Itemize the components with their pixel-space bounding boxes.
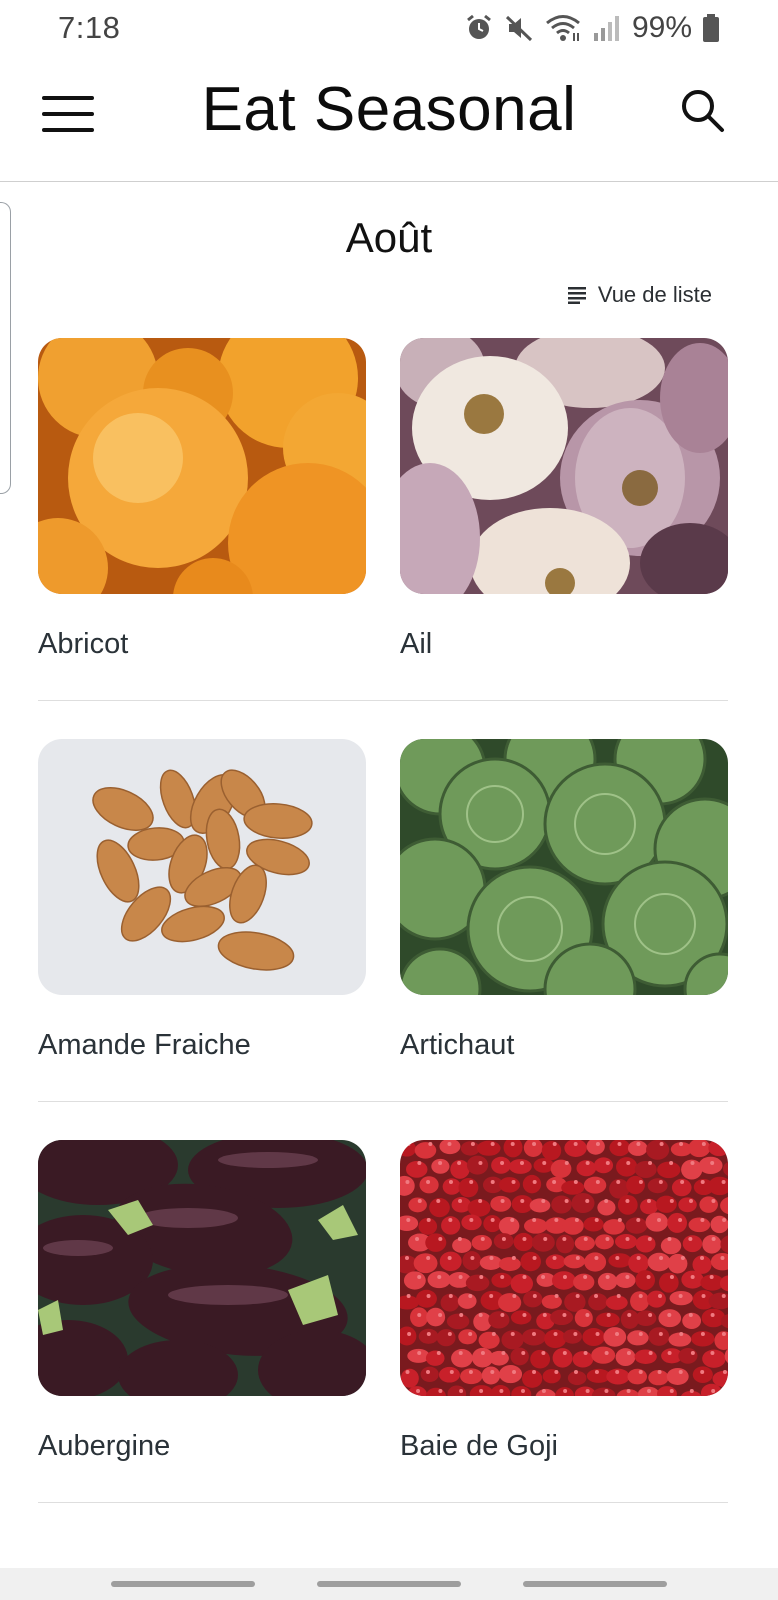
produce-image-aubergine — [38, 1140, 366, 1396]
produce-label: Aubergine — [38, 1430, 171, 1462]
produce-image-abricot — [38, 338, 366, 594]
app-bar: Eat Seasonal — [0, 56, 778, 182]
produce-image-amande-fraiche — [38, 739, 366, 995]
produce-card-abricot[interactable]: Abricot — [38, 338, 366, 700]
produce-image-artichaut — [400, 739, 728, 995]
app-screen: 7:18 99% Eat Seasonal Août Vue de liste … — [0, 0, 778, 1600]
nav-recent-handle[interactable] — [111, 1581, 255, 1587]
system-nav-bar — [0, 1568, 778, 1600]
list-view-toggle[interactable]: Vue de liste — [567, 282, 712, 308]
produce-image-baie-de-goji — [400, 1140, 728, 1396]
produce-card-amande-fraiche[interactable]: Amande Fraiche — [38, 739, 366, 1101]
produce-card-artichaut[interactable]: Artichaut — [400, 739, 728, 1101]
battery-icon — [703, 14, 719, 42]
month-title: Août — [345, 214, 433, 261]
grid-row: Amande Fraiche Artichaut — [38, 739, 728, 1102]
nav-home-handle[interactable] — [317, 1581, 461, 1587]
grid-row: Aubergine Baie de Goji — [38, 1140, 728, 1503]
produce-label: Abricot — [38, 628, 129, 660]
produce-card-ail[interactable]: Ail — [400, 338, 728, 700]
produce-grid: Abricot Ail Amande Fraiche Artichaut Aub… — [38, 338, 728, 1541]
produce-label: Baie de Goji — [400, 1430, 558, 1462]
produce-label: Amande Fraiche — [38, 1029, 251, 1061]
produce-label: Ail — [400, 628, 433, 660]
mute-icon — [505, 15, 532, 42]
status-bar: 7:18 99% — [0, 0, 778, 56]
produce-card-aubergine[interactable]: Aubergine — [38, 1140, 366, 1502]
search-icon[interactable] — [678, 86, 726, 134]
battery-percentage: 99% — [631, 11, 692, 44]
list-view-icon — [567, 287, 586, 304]
nav-back-handle[interactable] — [523, 1581, 667, 1587]
list-view-label: Vue de liste — [597, 282, 712, 307]
status-time: 7:18 — [58, 10, 121, 45]
produce-label: Artichaut — [400, 1029, 515, 1061]
status-icons: 99% — [464, 11, 720, 45]
grid-row: Abricot Ail — [38, 338, 728, 701]
app-title: Eat Seasonal — [201, 75, 577, 144]
produce-card-baie-de-goji[interactable]: Baie de Goji — [400, 1140, 728, 1502]
alarm-icon — [467, 14, 491, 39]
produce-image-ail — [400, 338, 728, 594]
wifi-icon — [546, 15, 580, 41]
signal-icon — [593, 16, 619, 41]
